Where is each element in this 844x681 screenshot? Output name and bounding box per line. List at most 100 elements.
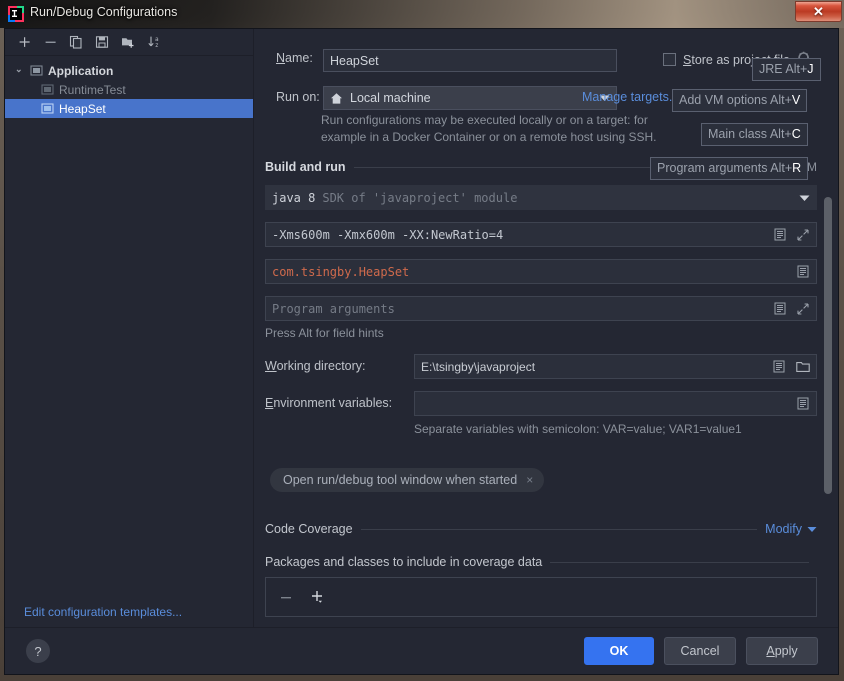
remove-configuration-button[interactable] [37,31,63,53]
environment-variables-label: Environment variables: [265,396,393,410]
svg-text:z: z [155,42,159,49]
name-input[interactable]: HeapSet [323,49,617,72]
insert-macro-icon[interactable] [771,359,786,374]
expand-editor-icon[interactable] [795,227,810,242]
close-button[interactable]: ✕ [795,1,842,22]
intellij-idea-icon [8,6,24,22]
tree-item-label: RuntimeTest [59,82,126,97]
section-divider [353,166,677,168]
code-coverage-section-header: Code Coverage Modify [265,522,817,536]
jre-shortcut-tooltip-key: J [807,62,814,76]
ok-button-label: OK [609,644,629,658]
cancel-button[interactable]: Cancel [664,637,736,665]
manage-targets-link[interactable]: Manage targets... [582,90,679,104]
program-arguments-field[interactable]: Program arguments [265,296,817,321]
jre-value-primary: java 8 [272,190,316,205]
section-divider [550,561,809,563]
tree-item-runtimetest[interactable]: RuntimeTest [5,80,253,99]
configurations-panel: a z ⌄ Application RuntimeTest HeapSet Ed… [5,29,254,627]
packages-classes-section-header: Packages and classes to include in cover… [265,555,817,569]
apply-button-label: Apply [766,644,798,658]
run-on-hint-line1: Run configurations may be executed local… [321,113,648,127]
edit-configuration-templates-label: Edit configuration templates... [24,605,183,619]
configuration-editor-panel: Name: HeapSet Store as project file Run … [255,29,838,627]
program-arguments-shortcut-tooltip-key: R [792,161,802,175]
vertical-scrollbar[interactable] [824,197,832,494]
dialog-content: a z ⌄ Application RuntimeTest HeapSet Ed… [5,29,838,674]
chevron-down-icon[interactable]: ⌄ [15,64,27,75]
program-arguments-placeholder: Program arguments [272,301,395,316]
vm-options-value: -Xms600m -Xmx600m -XX:NewRatio=4 [272,227,504,242]
section-divider [360,528,758,530]
sort-configurations-button[interactable]: a z [141,31,167,53]
main-class-field[interactable]: com.tsingby.HeapSet [265,259,817,284]
open-tool-window-label: Open run/debug tool window when started [283,473,518,487]
remove-package-button[interactable] [276,590,296,605]
run-on-dropdown[interactable]: Local machine [323,86,617,110]
expand-editor-icon[interactable] [795,301,810,316]
vm-options-field[interactable]: -Xms600m -Xmx600m -XX:NewRatio=4 [265,222,817,247]
vm-options-shortcut-tooltip: Add VM options Alt+V [672,89,808,112]
title-bar: Run/Debug Configurations ✕ [0,0,844,28]
move-to-folder-button[interactable] [115,31,141,53]
add-package-button[interactable] [308,590,328,605]
code-coverage-modify-link[interactable]: Modify [765,522,802,536]
jre-dropdown-chevron-icon[interactable] [799,191,810,205]
tree-group-label: Application [48,63,114,78]
main-class-shortcut-tooltip-text: Main class Alt+ [708,127,792,141]
coverage-packages-list[interactable] [265,577,817,617]
name-input-value: HeapSet [330,53,379,68]
main-class-value: com.tsingby.HeapSet [272,264,410,279]
help-icon: ? [34,643,42,659]
run-on-label: Run on: [276,90,320,104]
run-on-hint: Run configurations may be executed local… [321,112,657,146]
ok-button[interactable]: OK [584,637,654,665]
cancel-button-label: Cancel [680,644,720,658]
insert-macro-icon[interactable] [772,227,787,242]
help-button[interactable]: ? [26,639,50,663]
vm-options-shortcut-tooltip-key: V [791,93,801,107]
vm-options-shortcut-tooltip-text: Add VM options Alt+ [679,93,792,107]
open-tool-window-option[interactable]: Open run/debug tool window when started … [270,468,545,492]
code-coverage-title: Code Coverage [265,522,353,536]
main-class-shortcut-tooltip: Main class Alt+C [701,123,808,146]
program-arguments-shortcut-tooltip-text: Program arguments Alt+ [657,161,793,175]
jre-field[interactable]: java 8 SDK of 'javaproject' module [265,185,817,210]
dialog-window: Run/Debug Configurations ✕ a z ⌄ Applica… [0,0,844,681]
build-and-run-title: Build and run [265,160,346,174]
working-directory-value: E:\tsingby\javaproject [421,359,536,374]
edit-configuration-templates-link[interactable]: Edit configuration templates... [5,597,253,627]
environment-variables-input[interactable] [414,391,817,416]
run-on-value: Local machine [350,91,431,105]
home-icon [330,92,343,105]
working-directory-label: Working directory: [265,359,366,373]
configurations-toolbar: a z [5,29,253,56]
store-as-project-file-checkbox[interactable] [663,53,676,66]
close-icon: ✕ [813,3,824,19]
dialog-body: a z ⌄ Application RuntimeTest HeapSet Ed… [5,29,838,627]
tree-item-heapset[interactable]: HeapSet [5,99,253,118]
dialog-content-frame: a z ⌄ Application RuntimeTest HeapSet Ed… [4,28,839,675]
name-label: Name: [276,51,313,65]
save-configuration-button[interactable] [89,31,115,53]
working-directory-input[interactable]: E:\tsingby\javaproject [414,354,817,379]
chevron-down-icon[interactable] [807,522,817,536]
browse-main-class-icon[interactable] [795,264,810,279]
jre-value-secondary: SDK of 'javaproject' module [322,190,518,205]
tree-group-application[interactable]: ⌄ Application [5,61,253,80]
edit-environment-variables-icon[interactable] [795,396,810,411]
application-icon [41,83,54,96]
dialog-button-bar: ? OK Cancel Apply [5,627,838,674]
browse-folder-icon[interactable] [795,359,810,374]
apply-button[interactable]: Apply [746,637,818,665]
add-configuration-button[interactable] [11,31,37,53]
copy-configuration-button[interactable] [63,31,89,53]
application-icon [30,64,43,77]
packages-classes-title: Packages and classes to include in cover… [265,555,543,569]
remove-option-icon[interactable]: × [526,473,533,487]
run-on-hint-line2: example in a Docker Container or on a re… [321,130,657,144]
environment-variables-hint: Separate variables with semicolon: VAR=v… [414,422,742,436]
jre-shortcut-tooltip: JRE Alt+J [752,58,821,81]
insert-macro-icon[interactable] [772,301,787,316]
main-class-shortcut-tooltip-key: C [791,127,801,141]
